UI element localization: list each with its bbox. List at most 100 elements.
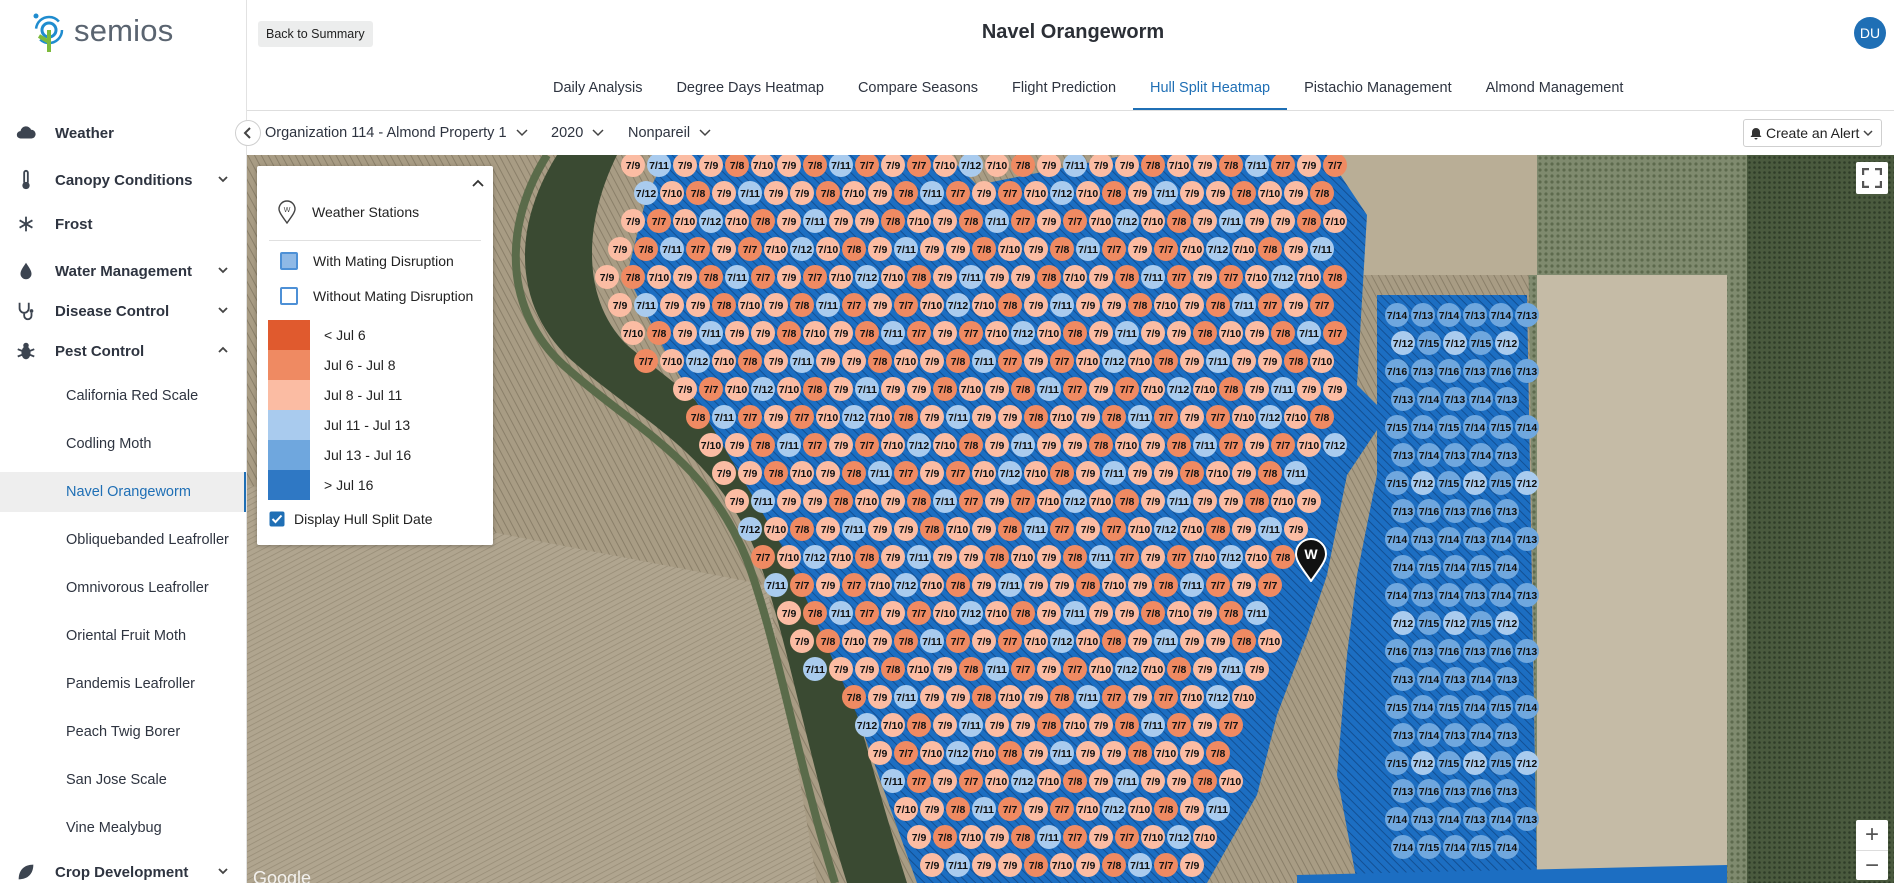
- hull-split-marker[interactable]: 7/12: [907, 433, 931, 457]
- hull-split-marker[interactable]: 7/13: [1515, 527, 1539, 551]
- hull-split-marker[interactable]: 7/11: [894, 237, 918, 261]
- hull-split-marker[interactable]: 7/9: [920, 461, 944, 485]
- hull-split-marker[interactable]: 7/8: [686, 181, 710, 205]
- hull-split-marker[interactable]: 7/7: [894, 293, 918, 317]
- hull-split-marker[interactable]: 7/8: [790, 517, 814, 541]
- hull-split-marker[interactable]: 7/8: [1063, 545, 1087, 569]
- hull-split-marker[interactable]: 7/7: [1271, 433, 1295, 457]
- hull-split-marker[interactable]: 7/8: [998, 741, 1022, 765]
- hull-split-marker[interactable]: 7/8: [933, 377, 957, 401]
- hull-split-marker[interactable]: 7/12: [894, 573, 918, 597]
- hull-split-marker[interactable]: 7/9: [764, 293, 788, 317]
- hull-split-marker[interactable]: 7/14: [1385, 583, 1409, 607]
- hull-split-marker[interactable]: 7/11: [1115, 321, 1139, 345]
- hull-split-marker[interactable]: 7/15: [1469, 555, 1493, 579]
- hull-split-marker[interactable]: 7/11: [660, 237, 684, 261]
- hull-split-marker[interactable]: 7/10: [1141, 657, 1165, 681]
- create-alert-button[interactable]: Create an Alert: [1743, 119, 1882, 147]
- hull-split-marker[interactable]: 7/7: [1167, 265, 1191, 289]
- hull-split-marker[interactable]: 7/9: [985, 377, 1009, 401]
- hull-split-marker[interactable]: 7/7: [751, 545, 775, 569]
- hull-split-marker[interactable]: 7/9: [1011, 265, 1035, 289]
- hull-split-marker[interactable]: 7/10: [660, 181, 684, 205]
- hull-split-marker[interactable]: 7/13: [1515, 303, 1539, 327]
- hull-split-marker[interactable]: 7/15: [1385, 751, 1409, 775]
- hull-split-marker[interactable]: 7/7: [1167, 545, 1191, 569]
- hull-split-marker[interactable]: 7/9: [868, 237, 892, 261]
- hull-split-marker[interactable]: 7/8: [816, 629, 840, 653]
- hull-split-marker[interactable]: 7/10: [1076, 349, 1100, 373]
- hull-split-marker[interactable]: 7/11: [1154, 629, 1178, 653]
- hull-split-marker[interactable]: 7/16: [1385, 359, 1409, 383]
- hull-split-marker[interactable]: 7/7: [855, 433, 879, 457]
- hull-split-marker[interactable]: 7/10: [881, 433, 905, 457]
- hull-split-marker[interactable]: 7/8: [894, 181, 918, 205]
- hull-split-marker[interactable]: 7/12: [1115, 657, 1139, 681]
- hull-split-marker[interactable]: 7/8: [634, 237, 658, 261]
- hull-split-marker[interactable]: 7/12: [1463, 471, 1487, 495]
- hull-split-marker[interactable]: 7/9: [1089, 377, 1113, 401]
- hull-split-marker[interactable]: 7/11: [946, 853, 970, 877]
- hull-split-marker[interactable]: 7/9: [868, 181, 892, 205]
- hull-split-marker[interactable]: 7/7: [894, 741, 918, 765]
- hull-split-marker[interactable]: 7/8: [855, 321, 879, 345]
- hull-split-marker[interactable]: 7/10: [816, 237, 840, 261]
- hull-split-marker[interactable]: 7/11: [1310, 237, 1334, 261]
- hull-split-marker[interactable]: 7/9: [933, 321, 957, 345]
- hull-split-marker[interactable]: 7/10: [725, 209, 749, 233]
- hull-split-marker[interactable]: 7/12: [1495, 331, 1519, 355]
- hull-split-marker[interactable]: 7/14: [1489, 807, 1513, 831]
- hull-split-marker[interactable]: 7/12: [1443, 331, 1467, 355]
- hull-split-marker[interactable]: 7/10: [1076, 629, 1100, 653]
- hull-split-marker[interactable]: 7/15: [1469, 835, 1493, 859]
- hull-split-marker[interactable]: 7/14: [1489, 583, 1513, 607]
- hull-split-marker[interactable]: 7/9: [621, 209, 645, 233]
- hull-split-marker[interactable]: 7/12: [751, 377, 775, 401]
- hull-split-marker[interactable]: 7/10: [803, 321, 827, 345]
- hull-split-marker[interactable]: 7/9: [777, 489, 801, 513]
- hull-split-marker[interactable]: 7/9: [1180, 853, 1204, 877]
- hull-split-marker[interactable]: 7/14: [1437, 583, 1461, 607]
- hull-split-marker[interactable]: 7/12: [803, 545, 827, 569]
- hull-split-marker[interactable]: 7/11: [959, 713, 983, 737]
- hull-split-marker[interactable]: 7/9: [673, 265, 697, 289]
- hull-split-marker[interactable]: 7/9: [1284, 237, 1308, 261]
- hull-split-marker[interactable]: 7/10: [920, 293, 944, 317]
- hull-split-marker[interactable]: 7/10: [1258, 181, 1282, 205]
- hull-split-marker[interactable]: 7/9: [1232, 461, 1256, 485]
- hull-split-marker[interactable]: 7/8: [751, 209, 775, 233]
- hull-split-marker[interactable]: 7/10: [1063, 713, 1087, 737]
- hull-split-marker[interactable]: 7/12: [1323, 433, 1347, 457]
- hull-split-marker[interactable]: 7/11: [1154, 181, 1178, 205]
- hull-split-marker[interactable]: 7/12: [699, 209, 723, 233]
- hull-split-marker[interactable]: 7/11: [816, 293, 840, 317]
- hull-split-marker[interactable]: 7/9: [1037, 601, 1061, 625]
- hull-split-marker[interactable]: 7/10: [1089, 489, 1113, 513]
- hull-split-marker[interactable]: 7/8: [1219, 377, 1243, 401]
- hull-split-marker[interactable]: 7/10: [1037, 769, 1061, 793]
- hull-split-marker[interactable]: 7/8: [1102, 629, 1126, 653]
- hull-split-marker[interactable]: 7/11: [699, 321, 723, 345]
- hull-split-marker[interactable]: 7/9: [972, 573, 996, 597]
- hull-split-marker[interactable]: 7/9: [1167, 769, 1191, 793]
- hull-split-marker[interactable]: 7/14: [1495, 555, 1519, 579]
- sidebar-subitem-omnivorous-leafroller[interactable]: Omnivorous Leafroller: [0, 568, 246, 608]
- hull-split-marker[interactable]: 7/8: [1050, 685, 1074, 709]
- hull-split-marker[interactable]: 7/10: [777, 377, 801, 401]
- hull-split-marker[interactable]: 7/9: [1024, 293, 1048, 317]
- hull-split-marker[interactable]: 7/11: [972, 349, 996, 373]
- hull-split-marker[interactable]: 7/7: [1063, 209, 1087, 233]
- hull-split-marker[interactable]: 7/8: [1037, 713, 1061, 737]
- hull-split-marker[interactable]: 7/9: [777, 265, 801, 289]
- hull-split-marker[interactable]: 7/9: [725, 321, 749, 345]
- hull-split-marker[interactable]: 7/9: [1232, 573, 1256, 597]
- hull-split-marker[interactable]: 7/10: [1024, 629, 1048, 653]
- hull-split-marker[interactable]: 7/8: [1297, 209, 1321, 233]
- hull-split-marker[interactable]: 7/15: [1469, 331, 1493, 355]
- hull-split-marker[interactable]: 7/12: [1391, 611, 1415, 635]
- hull-split-marker[interactable]: 7/9: [972, 405, 996, 429]
- hull-split-marker[interactable]: 7/12: [1063, 489, 1087, 513]
- tab-flight-prediction[interactable]: Flight Prediction: [995, 68, 1133, 110]
- hull-split-marker[interactable]: 7/9: [1219, 489, 1243, 513]
- hull-split-marker[interactable]: 7/10: [1037, 321, 1061, 345]
